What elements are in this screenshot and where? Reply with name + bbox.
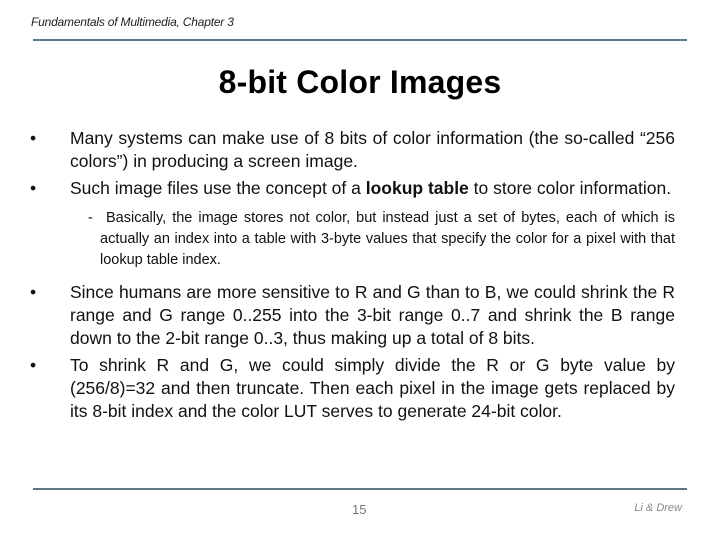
bullet-text: Many systems can make use of 8 bits of c… [70, 128, 675, 171]
slide-title: 8-bit Color Images [218, 64, 502, 100]
bullet-marker: • [30, 355, 37, 375]
bullet-text: Since humans are more sensitive to R and… [70, 282, 675, 348]
sub-bullet-item: - Basically, the image stores not color,… [30, 208, 675, 271]
bullet-marker: • [30, 128, 37, 148]
header-divider [33, 39, 687, 41]
slide-body: • Many systems can make use of 8 bits of… [30, 127, 675, 427]
bullet-text: To shrink R and G, we could simply divid… [70, 355, 675, 421]
bullet-item: • Many systems can make use of 8 bits of… [30, 127, 675, 173]
bullet-marker: • [30, 282, 37, 302]
sub-bullet-marker: - [88, 210, 93, 226]
authors-credit: Li & Drew [634, 502, 682, 514]
bullet-item: • Such image files use the concept of a … [30, 177, 675, 200]
bullet-text-before: Such image files use the concept of a [70, 178, 366, 198]
bullet-text-after: to store color information. [468, 178, 672, 198]
bullet-bold-term: lookup table [365, 178, 469, 198]
page-number: 15 [352, 502, 367, 517]
footer-divider [33, 488, 687, 490]
sub-bullet-text: Basically, the image stores not color, b… [100, 210, 675, 268]
bullet-item: • Since humans are more sensitive to R a… [30, 281, 675, 350]
course-title: Fundamentals of Multimedia, Chapter 3 [31, 15, 234, 29]
bullet-item: • To shrink R and G, we could simply div… [30, 354, 675, 423]
bullet-marker: • [30, 178, 37, 198]
